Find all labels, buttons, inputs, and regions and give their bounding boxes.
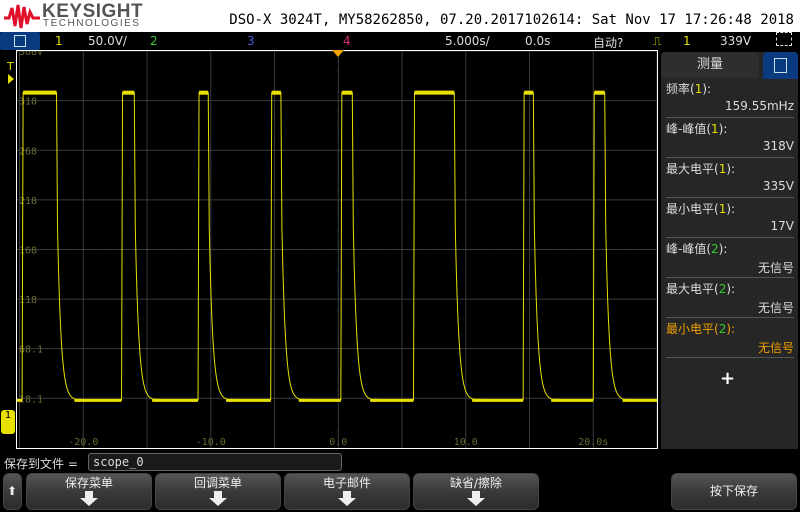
measurement-label: 峰-峰值(2): (666, 242, 728, 256)
waveform-display[interactable]: 368V 318 268 218 168 118 68.1 18.1 -20.0 -10.0 0.0… (16, 50, 658, 449)
panel-menu-tab[interactable] (763, 52, 798, 79)
status-toolbar: 1 50.0V/ 2 3 4 5.000s/ 0.0s 自动? ⎍ 1 339V (0, 32, 800, 50)
y-tick-label: 268 (19, 146, 37, 157)
rising-edge-icon: ⎍ (653, 34, 662, 48)
ch2-label[interactable]: 2 (150, 34, 158, 48)
measurement-label: 最小电平(1): (666, 202, 736, 216)
down-arrow-icon (467, 491, 485, 506)
press-save-button[interactable]: 按下保存 (671, 473, 797, 510)
x-tick-label: 20.0s (578, 437, 608, 448)
button-label: 保存菜单 (64, 476, 113, 490)
trigger-position-marker-icon[interactable] (332, 50, 344, 57)
button-label: 按下保存 (709, 484, 758, 498)
trigger-mode[interactable]: 自动? (593, 34, 623, 51)
x-tick-label: -10.0 (196, 437, 226, 448)
up-arrow-icon: ⬆ (7, 484, 18, 498)
measurement-value: 318V (666, 139, 794, 158)
keysight-logo-icon (4, 4, 40, 29)
screen-title: DSO-X 3024T, MY58262850, 07.20.201710261… (229, 12, 794, 28)
filename-input[interactable]: scope_0 (88, 453, 342, 471)
y-tick-label: 18.1 (19, 394, 43, 405)
y-tick-label: 218 (19, 196, 37, 207)
down-arrow-icon (80, 491, 98, 506)
x-tick-label: -20.0 (68, 437, 98, 448)
measurement-value: 无信号 (666, 259, 794, 278)
timebase[interactable]: 5.000s/ (445, 34, 490, 48)
down-arrow-icon (338, 491, 356, 506)
down-arrow-icon (209, 491, 227, 506)
email-button[interactable]: 电子邮件 (284, 473, 410, 510)
measurement-value: 17V (666, 219, 794, 238)
x-tick-label: 0.0 (329, 437, 347, 448)
header: KEYSIGHT TECHNOLOGIES DSO-X 3024T, MY582… (0, 0, 800, 32)
measurement-label: 最小电平(2): (666, 322, 736, 336)
menu-icon (14, 35, 26, 47)
measurement-label: 最大电平(1): (666, 162, 736, 176)
measurement-title: 测量 (661, 52, 759, 78)
brand-sub: TECHNOLOGIES (43, 18, 141, 29)
delay[interactable]: 0.0s (525, 34, 550, 48)
add-measurement-button[interactable]: + (720, 368, 735, 389)
trigger-marker: T (7, 60, 14, 73)
y-tick-label: 318 (19, 97, 37, 108)
save-menu-button[interactable]: 保存菜单 (26, 473, 152, 510)
measurement-label: 频率(1): (666, 82, 712, 96)
ch1-ground-marker[interactable]: 1 (1, 410, 15, 434)
button-label: 回调菜单 (193, 476, 242, 490)
default-erase-button[interactable]: 缺省/擦除 (413, 473, 539, 510)
trigger-level-arrow-icon[interactable] (8, 74, 14, 84)
zoom-box-icon[interactable] (776, 32, 792, 46)
x-tick-label: 10.0 (454, 437, 478, 448)
ch1-label[interactable]: 1 (55, 34, 63, 48)
ch4-label[interactable]: 4 (343, 34, 351, 48)
y-tick-label: 168 (19, 246, 37, 257)
main-menu-button[interactable] (0, 32, 40, 50)
measurement-value: 无信号 (666, 299, 794, 318)
y-tick-label: 368V (19, 51, 43, 58)
recall-menu-button[interactable]: 回调菜单 (155, 473, 281, 510)
y-tick-label: 118 (19, 295, 37, 306)
button-label: 电子邮件 (322, 476, 371, 490)
measurement-label: 峰-峰值(1): (666, 122, 728, 136)
up-arrow-button[interactable]: ⬆ (3, 473, 22, 510)
ch1-scale[interactable]: 50.0V/ (88, 34, 127, 48)
measurement-value: 335V (666, 179, 794, 198)
save-to-file-label: 保存到文件 = (4, 457, 78, 471)
button-label: 缺省/擦除 (449, 476, 503, 490)
trigger-level[interactable]: 339V (720, 34, 751, 48)
measurement-value: 159.55mHz (666, 99, 794, 118)
menu-icon (774, 58, 787, 73)
trigger-source[interactable]: 1 (683, 34, 691, 48)
measurement-value: 无信号 (666, 339, 794, 358)
ch3-label[interactable]: 3 (247, 34, 255, 48)
measurement-label: 最大电平(2): (666, 282, 736, 296)
ch1-waveform-edges (21, 92, 657, 401)
